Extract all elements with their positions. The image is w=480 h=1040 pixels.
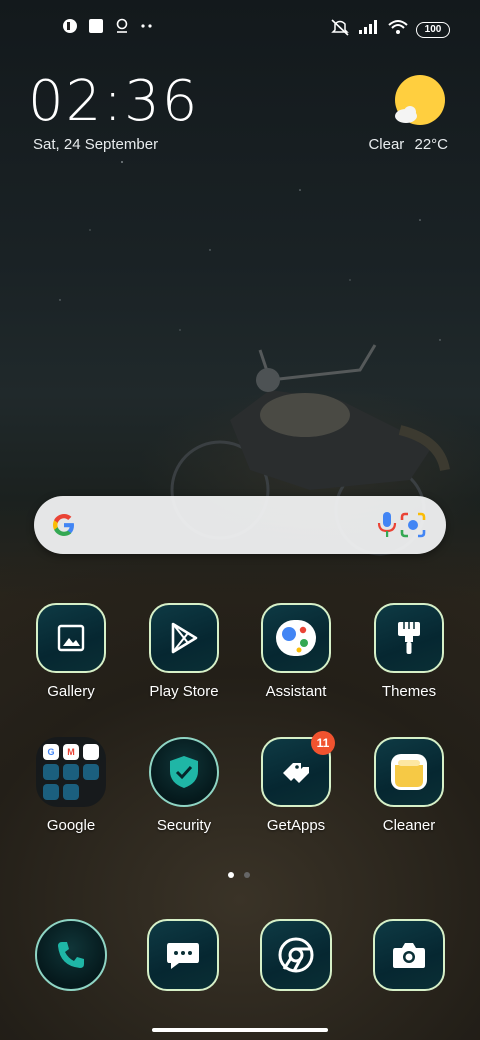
location-pin-icon	[114, 18, 130, 39]
clock-time[interactable]: 02:36	[28, 70, 199, 134]
mic-icon[interactable]	[376, 510, 398, 545]
gallery-icon	[36, 603, 106, 673]
app-label: Google	[46, 817, 96, 834]
assistant-icon	[261, 603, 331, 673]
app-security[interactable]: Security	[129, 737, 239, 834]
google-g-icon	[50, 511, 78, 544]
wifi-icon	[388, 19, 408, 40]
square-icon	[88, 18, 104, 39]
notification-icon	[62, 18, 78, 39]
weather-temperature: 22°C	[414, 136, 448, 153]
drive-mini-icon	[63, 764, 79, 780]
app-gallery[interactable]: Gallery	[16, 603, 126, 700]
sun-cloud-icon[interactable]	[392, 74, 448, 130]
dock-camera[interactable]	[354, 919, 464, 991]
camera-icon	[373, 919, 445, 991]
app-play-store[interactable]: Play Store	[129, 603, 239, 700]
app-themes[interactable]: Themes	[354, 603, 464, 700]
phone-icon	[35, 919, 107, 991]
chrome-icon	[260, 919, 332, 991]
app-label: Cleaner	[382, 817, 436, 834]
app-label: GetApps	[266, 817, 326, 834]
gesture-navigation-bar[interactable]	[152, 1028, 328, 1032]
youtube-mini-icon	[43, 764, 59, 780]
signal-icon	[358, 19, 380, 40]
photos-mini-icon	[63, 784, 79, 800]
mute-icon	[330, 18, 350, 41]
more-dots-icon	[140, 18, 154, 39]
gmail-mini-icon: M	[63, 744, 79, 760]
duo-mini-icon	[83, 764, 99, 780]
weather-condition: Clear	[368, 136, 405, 153]
app-google-folder[interactable]: G M Google	[16, 737, 126, 834]
app-label: Assistant	[265, 683, 327, 700]
google-search-bar[interactable]	[34, 496, 446, 554]
app-label: Gallery	[47, 683, 95, 700]
status-bar: 100	[0, 14, 480, 42]
page-indicator[interactable]	[228, 872, 250, 878]
messages-icon	[147, 919, 219, 991]
notification-badge: 11	[311, 731, 335, 755]
app-label: Play Store	[149, 683, 219, 700]
folder-icon: G M	[36, 737, 106, 807]
dock-phone[interactable]	[16, 919, 126, 991]
google-mini-icon: G	[43, 744, 59, 760]
dock-messages[interactable]	[128, 919, 238, 991]
security-shield-icon	[149, 737, 219, 807]
app-label: Themes	[381, 683, 437, 700]
app-cleaner[interactable]: Cleaner	[354, 737, 464, 834]
page-dot[interactable]	[244, 872, 250, 878]
app-label: Security	[156, 817, 212, 834]
dock-chrome[interactable]	[241, 919, 351, 991]
getapps-icon: 11	[261, 731, 335, 807]
battery-icon: 100	[416, 21, 450, 38]
page-dot-active[interactable]	[228, 872, 234, 878]
lens-icon[interactable]	[398, 510, 428, 545]
app-getapps[interactable]: 11 GetApps	[241, 731, 351, 834]
maps-mini-icon	[83, 744, 99, 760]
play-store-icon	[149, 603, 219, 673]
meet-mini-icon	[43, 784, 59, 800]
cleaner-icon	[374, 737, 444, 807]
clock-date[interactable]: Sat, 24 September	[33, 136, 158, 153]
weather-info[interactable]: Clear 22°C	[368, 136, 448, 153]
themes-brush-icon	[374, 603, 444, 673]
app-assistant[interactable]: Assistant	[241, 603, 351, 700]
